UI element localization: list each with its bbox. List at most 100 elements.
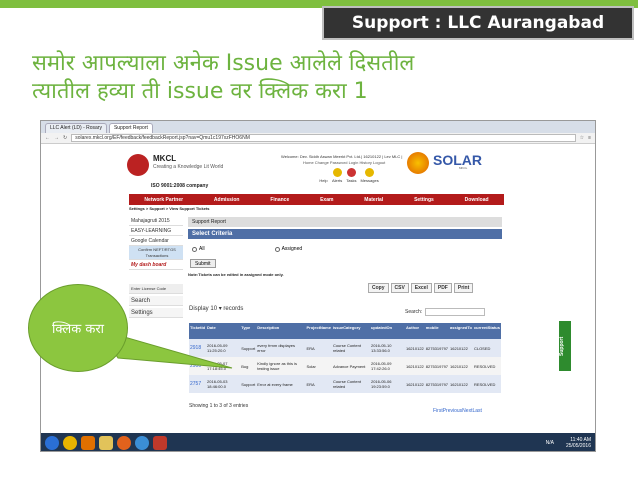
alerts-label: Alerts	[332, 178, 343, 183]
media-icon[interactable]	[81, 436, 95, 450]
col-ticketid[interactable]: TicketId	[189, 323, 207, 339]
radio-assigned[interactable]: Assigned	[274, 245, 302, 253]
star-icon[interactable]: ☆	[580, 135, 584, 141]
pagination[interactable]: FirstPreviousNextLast	[433, 408, 482, 414]
cell: 2016-05-09 11:25:20.0	[206, 339, 241, 357]
cell: Course Content related	[331, 375, 370, 393]
cell: Solar	[305, 357, 332, 375]
col-type[interactable]: Type	[240, 323, 257, 339]
display-label: Display	[189, 306, 209, 312]
task-icon	[346, 168, 356, 177]
slide-heading-line2: त्यातील हव्या ती issue वर क्लिक करा 1	[32, 79, 368, 104]
cell: 16210122	[404, 339, 425, 357]
pdf-button[interactable]: PDF	[433, 283, 452, 293]
print-button[interactable]: Print	[453, 283, 474, 293]
nav-finance[interactable]: Finance	[270, 197, 289, 203]
breadcrumb[interactable]: Settings > Support > View Support Ticket…	[129, 206, 210, 211]
browser-tab-llc[interactable]: LLC Alert (LD) - Rosary	[45, 123, 107, 133]
sidebar-item-neft[interactable]: Confirm NEFT/RTGS Transactions	[129, 246, 183, 260]
messages-button[interactable]: Messages	[360, 168, 379, 183]
radio-all-circle[interactable]	[192, 246, 197, 252]
slide-title: Support : LLC Aurangabad	[322, 6, 634, 40]
ticket-id-link[interactable]: 2757	[189, 375, 207, 393]
table-row[interactable]: 2918 2016-05-09 11:25:20.0 Support every…	[189, 339, 501, 357]
csv-button[interactable]: CSV	[390, 283, 409, 293]
ie-icon[interactable]	[135, 436, 149, 450]
nav-download[interactable]: Download	[465, 197, 489, 203]
col-assignedto[interactable]: assignedTo	[449, 323, 473, 339]
table-row[interactable]: 2900 2016-05-07 17:18:45.0 Bug Kindly ig…	[189, 357, 501, 375]
sidebar: Mahajagruti 2015 EASY-LEARNING Google Ca…	[129, 216, 183, 318]
sidebar-item-mahajagruti[interactable]: Mahajagruti 2015	[129, 216, 183, 226]
table-row[interactable]: 2757 2016-05-03 18:46:00.0 Support Error…	[189, 375, 501, 393]
cell: 8275319797	[424, 339, 450, 357]
back-icon[interactable]: ←	[45, 135, 50, 141]
cell: 16210122	[449, 339, 473, 357]
help-label: Help	[319, 178, 328, 183]
alerts-button[interactable]: Alerts	[332, 168, 342, 183]
license-code-field[interactable]: Enter License Code	[129, 284, 183, 294]
submit-button[interactable]: Submit	[190, 259, 216, 268]
table-header-row: TicketId Date Type Description ProjectNa…	[189, 323, 501, 339]
sidebar-item-dashboard[interactable]: My dash board	[129, 260, 183, 270]
nav-exam[interactable]: Exam	[320, 197, 333, 203]
cell: Kindly ignore as this is testing issue	[256, 357, 306, 375]
criteria-heading: Select Criteria	[188, 229, 502, 239]
radio-assigned-circle[interactable]	[274, 246, 280, 252]
sidebar-item-easy-learning[interactable]: EASY-LEARNING	[129, 226, 183, 236]
assigned-note: Note:Tickets can be edited in assigned m…	[188, 272, 284, 277]
sidebar-item-search[interactable]: Search	[129, 296, 183, 306]
tray-na: N/A	[545, 440, 554, 446]
showing-entries: Showing 1 to 3 of 3 entries	[189, 403, 249, 409]
cell: 16210122	[449, 375, 473, 393]
radio-all[interactable]: All	[192, 245, 205, 253]
col-projectname[interactable]: ProjectName	[305, 323, 332, 339]
cell: 2016-05-09 17:42:26.0	[369, 357, 405, 375]
mkcl-logo-icon	[127, 154, 149, 176]
cell: 16210122	[449, 357, 473, 375]
col-updatedon[interactable]: updatedOn	[369, 323, 405, 339]
col-mobile[interactable]: mobile	[424, 323, 450, 339]
firefox-icon[interactable]	[117, 436, 131, 450]
powerpoint-icon[interactable]	[153, 436, 167, 450]
ticket-id-link[interactable]: 2918	[189, 339, 207, 357]
col-date[interactable]: Date	[206, 323, 241, 339]
excel-button[interactable]: Excel	[410, 283, 432, 293]
forward-icon[interactable]: →	[54, 135, 59, 141]
header-links[interactable]: Home Change Password Login History Logou…	[303, 160, 385, 165]
browser-addressbar: ← → ↻ solarex.mkcl.org/EF/feedback/feedb…	[41, 133, 595, 144]
cell: Error at every frame	[256, 375, 306, 393]
nav-material[interactable]: Material	[364, 197, 383, 203]
search-input[interactable]	[425, 308, 486, 316]
menu-icon[interactable]: ≡	[588, 135, 591, 141]
start-icon[interactable]	[45, 436, 59, 450]
nav-network-partner[interactable]: Network Partner	[144, 197, 183, 203]
clock-date: 25/05/2016	[565, 443, 591, 449]
help-link[interactable]: Help	[319, 168, 328, 183]
tasks-button[interactable]: Tasks	[346, 168, 356, 183]
nav-admission[interactable]: Admission	[214, 197, 240, 203]
copy-button[interactable]: Copy	[368, 283, 389, 293]
col-currentstatus[interactable]: currentStatus	[472, 323, 501, 339]
records-per-page-select[interactable]: 10	[210, 306, 217, 312]
url-input[interactable]: solarex.mkcl.org/EF/feedback/feedbackRep…	[71, 134, 576, 142]
sidebar-item-settings[interactable]: Settings	[129, 308, 183, 318]
cell: every frmm displayes error	[256, 339, 306, 357]
col-author[interactable]: Author	[404, 323, 425, 339]
slide-heading: समोर आपल्याला अनेक Issue आलेले दिसतील त्…	[32, 50, 592, 106]
nav-settings[interactable]: Settings	[414, 197, 434, 203]
chrome-icon[interactable]	[63, 436, 77, 450]
cell: 8275319797	[424, 375, 450, 393]
ticket-id-link[interactable]: 2900	[189, 357, 207, 375]
browser-tab-support-report[interactable]: Support Report	[108, 123, 153, 133]
cell: Bug	[240, 357, 257, 375]
col-issuecategory[interactable]: issueCategory	[331, 323, 370, 339]
folder-icon[interactable]	[99, 436, 113, 450]
col-description[interactable]: Description	[256, 323, 306, 339]
cell: 2016-05-03 18:46:00.0	[206, 375, 241, 393]
support-side-tab[interactable]: Support	[559, 321, 571, 371]
reload-icon[interactable]: ↻	[63, 135, 67, 141]
sidebar-item-google-calendar[interactable]: Google Calendar	[129, 236, 183, 246]
cell: ERA	[305, 375, 332, 393]
cell: CLOSED	[472, 339, 501, 357]
